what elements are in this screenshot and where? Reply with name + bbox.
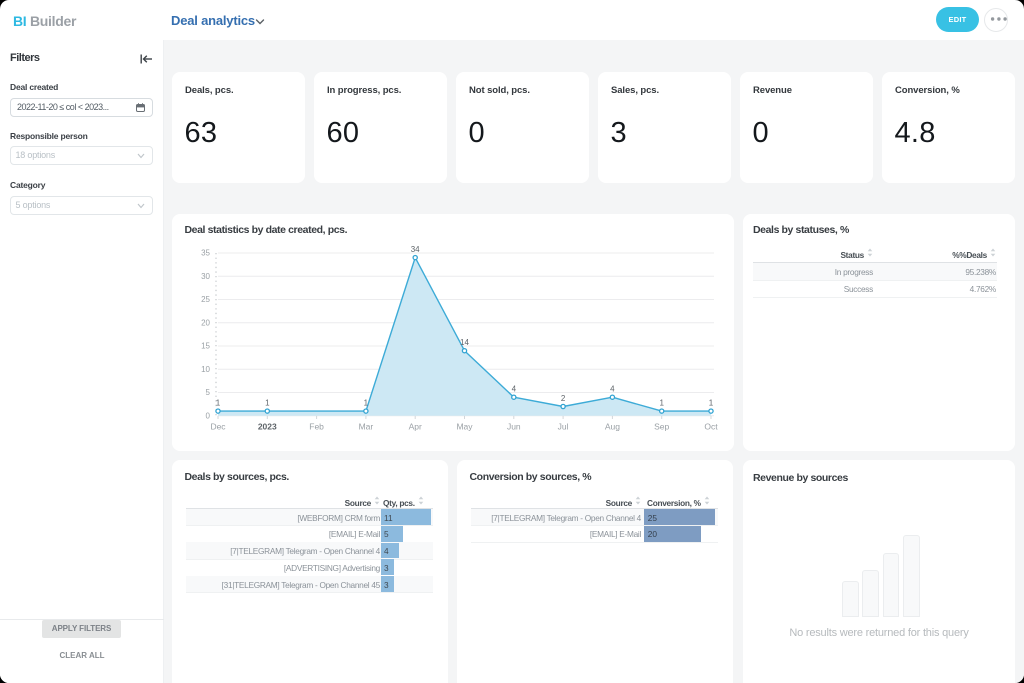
svg-text:15: 15 — [201, 342, 210, 351]
svg-text:Oct: Oct — [704, 422, 718, 432]
svg-text:1: 1 — [265, 399, 270, 408]
svg-text:Apr: Apr — [409, 422, 422, 432]
svg-text:30: 30 — [201, 272, 210, 281]
svg-text:Jun: Jun — [507, 422, 521, 432]
svg-text:2: 2 — [561, 394, 566, 403]
svg-text:2023: 2023 — [258, 422, 277, 432]
svg-text:4: 4 — [512, 385, 517, 394]
svg-text:5: 5 — [206, 388, 211, 397]
svg-text:Sep: Sep — [654, 422, 669, 432]
svg-text:1: 1 — [216, 399, 221, 408]
svg-text:0: 0 — [206, 411, 211, 420]
svg-text:1: 1 — [364, 399, 369, 408]
svg-text:Feb: Feb — [309, 422, 324, 432]
svg-text:14: 14 — [460, 338, 469, 347]
svg-text:4: 4 — [610, 385, 615, 394]
svg-text:25: 25 — [201, 295, 210, 304]
svg-text:10: 10 — [201, 365, 210, 374]
svg-text:Jul: Jul — [558, 422, 569, 432]
svg-text:1: 1 — [709, 399, 714, 408]
svg-text:Dec: Dec — [210, 422, 226, 432]
svg-text:1: 1 — [659, 399, 664, 408]
svg-text:Aug: Aug — [605, 422, 620, 432]
svg-text:Mar: Mar — [359, 422, 374, 432]
svg-text:34: 34 — [411, 245, 420, 254]
svg-text:35: 35 — [201, 249, 210, 258]
svg-text:May: May — [456, 422, 473, 432]
svg-text:20: 20 — [201, 318, 210, 327]
